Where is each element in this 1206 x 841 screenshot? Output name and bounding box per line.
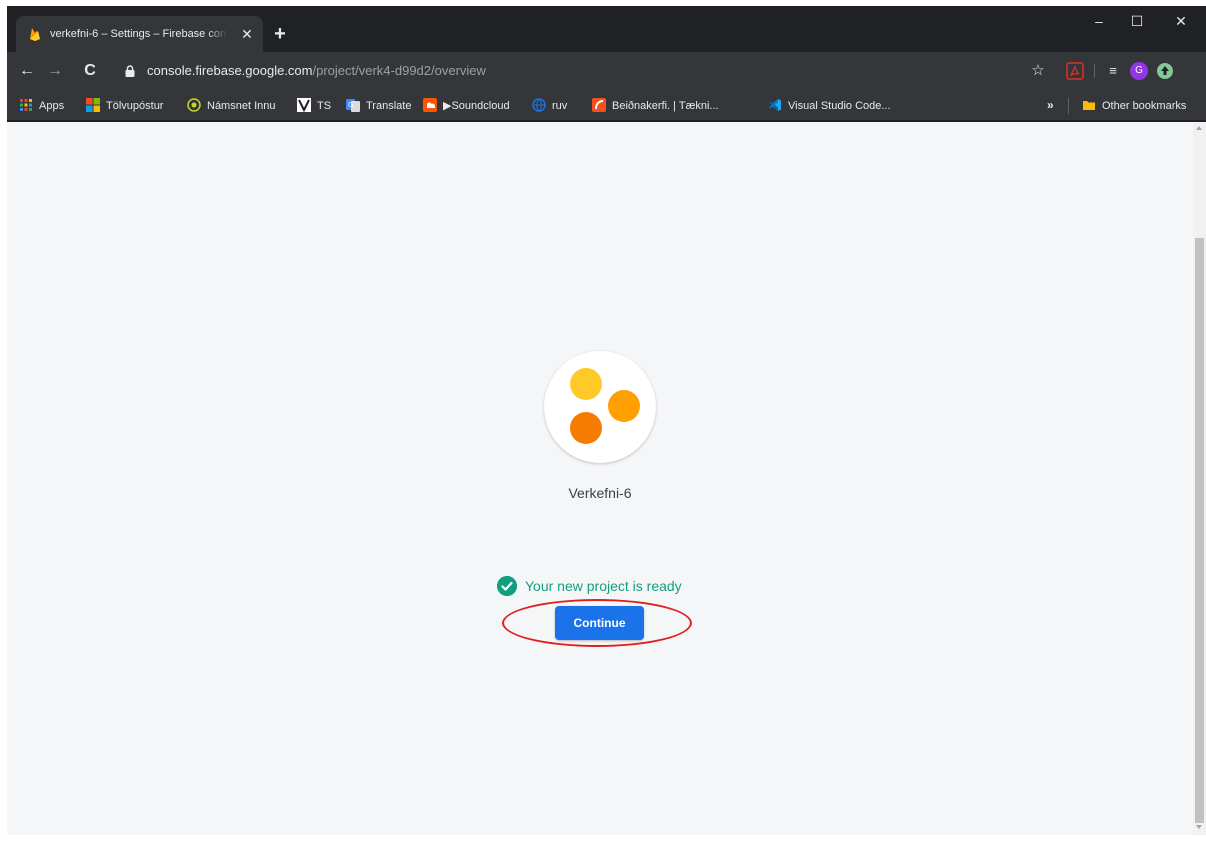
continue-button[interactable]: Continue	[555, 606, 644, 640]
other-bookmarks-label: Other bookmarks	[1102, 100, 1187, 112]
browser-tab[interactable]: verkefni-6 – Settings – Firebase console…	[16, 16, 263, 52]
apps-grid-icon	[20, 99, 32, 111]
status-text: Your new project is ready	[525, 578, 682, 594]
soundcloud-icon	[423, 98, 437, 112]
project-logo	[544, 351, 656, 463]
new-tab-button[interactable]: +	[270, 24, 290, 44]
bookmark-vscode[interactable]: Visual Studio Code...	[768, 98, 891, 114]
folder-icon	[1083, 101, 1095, 110]
check-circle-icon	[497, 576, 517, 596]
tab-close-icon[interactable]: ✕	[238, 25, 256, 43]
playlist-icon[interactable]: ≡	[1104, 62, 1122, 80]
url-text[interactable]: console.firebase.google.com/project/verk…	[147, 63, 486, 79]
svg-text:G: G	[348, 101, 353, 109]
bookmark-translate[interactable]: G Translate	[346, 98, 411, 114]
bookmark-label: Námsnet Innu	[207, 100, 276, 112]
maximize-button[interactable]: ☐	[1118, 6, 1156, 36]
bookmark-label: Beiðnakerfi. | Tækni...	[612, 100, 719, 112]
beidna-icon	[592, 98, 606, 112]
browser-window: verkefni-6 – Settings – Firebase console…	[7, 6, 1206, 835]
adobe-pdf-icon[interactable]	[1066, 62, 1084, 80]
scroll-down-arrow-icon[interactable]	[1196, 825, 1202, 829]
lock-icon	[125, 65, 135, 77]
logo-dot-yellow	[570, 368, 602, 400]
window-close-button[interactable]: ✕	[1162, 6, 1200, 36]
other-bookmarks[interactable]: Other bookmarks	[1082, 98, 1186, 114]
bookmark-label: ruv	[552, 100, 568, 112]
forward-button[interactable]: →	[45, 61, 65, 81]
tab-title: verkefni-6 – Settings – Firebase console	[50, 28, 228, 40]
bookmarks-overflow-button[interactable]: »	[1047, 98, 1054, 112]
firebase-icon	[30, 28, 40, 41]
bookmark-soundcloud[interactable]: ▶Soundcloud	[423, 98, 510, 114]
bookmark-label: Tölvupóstur	[106, 100, 164, 112]
scroll-up-arrow-icon[interactable]	[1196, 126, 1202, 130]
back-button[interactable]: ←	[17, 61, 37, 81]
bookmark-star-icon[interactable]: ☆	[1028, 61, 1048, 81]
logo-dot-orange	[570, 412, 602, 444]
tab-strip: verkefni-6 – Settings – Firebase console…	[7, 6, 1206, 52]
bookmark-ts[interactable]: TS	[297, 98, 331, 114]
profile-avatar[interactable]: G	[1130, 62, 1148, 80]
translate-icon: G	[346, 99, 360, 112]
microsoft-icon	[86, 98, 100, 112]
vscode-icon	[769, 99, 781, 111]
address-bar[interactable]: console.firebase.google.com/project/verk…	[115, 56, 1055, 86]
toolbar-separator	[1094, 64, 1095, 78]
project-name: Verkefni-6	[568, 485, 632, 501]
bookmark-label: Visual Studio Code...	[788, 100, 891, 112]
target-icon	[187, 98, 201, 112]
ts-icon	[297, 98, 311, 112]
bookmarks-separator	[1068, 98, 1069, 114]
update-icon[interactable]	[1156, 62, 1174, 80]
bookmark-apps[interactable]: Apps	[19, 98, 64, 114]
page-viewport: Verkefni-6 Your new project is ready Con…	[7, 122, 1193, 835]
bookmark-beidnakerfi[interactable]: Beiðnakerfi. | Tækni...	[592, 98, 719, 114]
bookmark-label: TS	[317, 100, 332, 112]
minimize-button[interactable]: –	[1080, 6, 1118, 36]
url-path: /project/verk4-d99d2/overview	[312, 63, 486, 78]
bookmarks-bar: Apps Tölvupóstur Námsnet Innu TS G Trans…	[7, 90, 1206, 121]
scrollbar-thumb[interactable]	[1195, 238, 1204, 823]
bookmark-namsnet-innu[interactable]: Námsnet Innu	[187, 98, 275, 114]
url-host: console.firebase.google.com	[147, 63, 313, 78]
vertical-scrollbar[interactable]	[1193, 122, 1206, 835]
bookmark-label: Translate	[366, 100, 412, 112]
bookmark-tolvupostur[interactable]: Tölvupóstur	[86, 98, 163, 114]
bookmark-label: Apps	[39, 100, 65, 112]
bookmark-label: ▶Soundcloud	[443, 100, 510, 112]
globe-icon	[532, 98, 546, 112]
reload-button[interactable]: C	[80, 61, 100, 81]
logo-dot-amber	[608, 390, 640, 422]
bookmark-ruv[interactable]: ruv	[532, 98, 567, 114]
browser-toolbar: ← → C console.firebase.google.com/projec…	[7, 52, 1206, 90]
